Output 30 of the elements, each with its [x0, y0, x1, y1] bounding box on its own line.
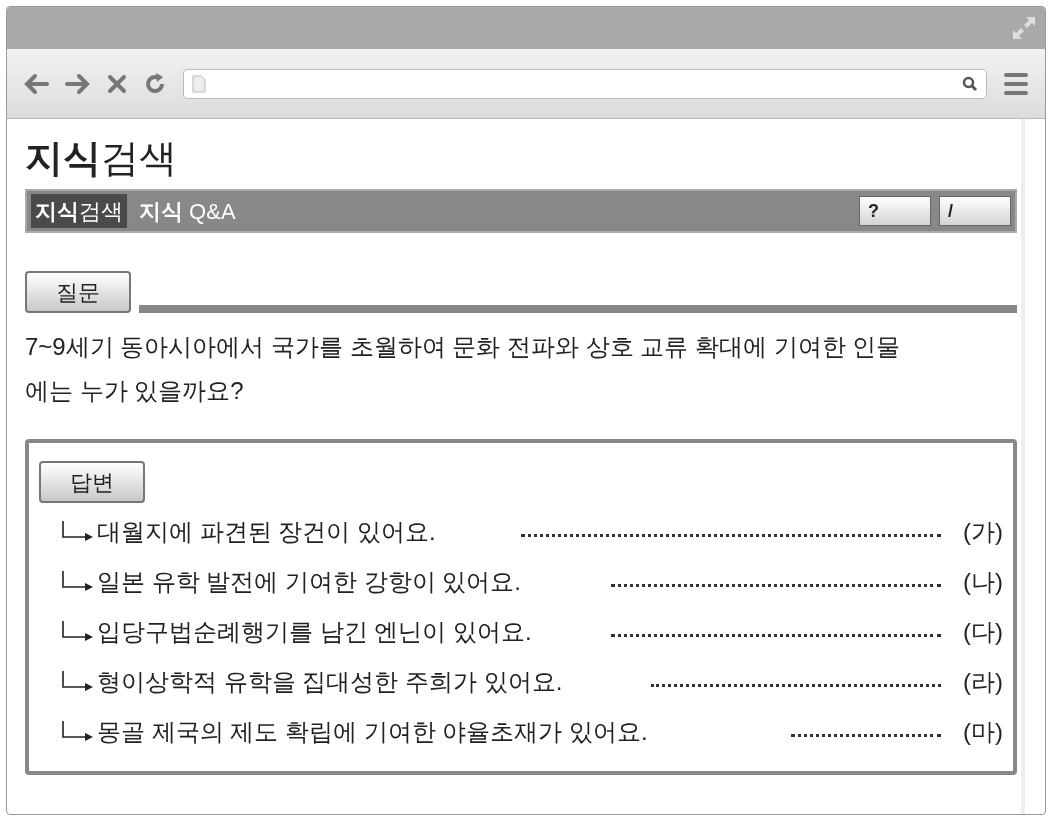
answer-text: 입당구법순례행기를 남긴 엔닌이 있어요.: [97, 617, 532, 647]
question-text: 7~9세기 동아시아에서 국가를 초월하여 문화 전파와 상호 교류 확대에 기여한 인물에는 누가 있을까요?: [25, 332, 902, 406]
reload-icon[interactable]: [143, 71, 167, 96]
page-icon: [192, 74, 206, 93]
answer-label: (마): [963, 717, 1003, 747]
answer-label: (나): [963, 567, 1003, 597]
answer-text: 몽골 제국의 제도 확립에 기여한 야율초재가 있어요.: [97, 717, 648, 747]
forward-arrow-icon[interactable]: [65, 72, 91, 95]
answer-label: (다): [963, 617, 1003, 647]
back-arrow-icon[interactable]: [23, 72, 49, 95]
menu-icon[interactable]: [1003, 70, 1029, 97]
reply-arrow-icon: [61, 571, 95, 593]
answer-label: (가): [963, 517, 1003, 547]
close-icon[interactable]: [107, 73, 127, 94]
answer-text: 일본 유학 발전에 기여한 강항이 있어요.: [97, 567, 521, 597]
reply-arrow-icon: [61, 521, 95, 543]
search-icon[interactable]: [962, 75, 978, 92]
page-title: 지식검색: [25, 139, 178, 177]
reply-arrow-icon: [61, 671, 95, 693]
nav-tab[interactable]: 지식검색: [31, 194, 127, 228]
reply-arrow-icon: [61, 721, 95, 743]
nav-tab[interactable]: 지식 Q&A: [135, 194, 240, 228]
toolbar-button[interactable]: /: [939, 196, 1011, 226]
answer-label: (라): [963, 667, 1003, 697]
answer-text: 형이상학적 유학을 집대성한 주희가 있어요.: [97, 667, 563, 697]
section-heading-button[interactable]: 질문: [25, 271, 131, 313]
answer-text: 대월지에 파견된 장건이 있어요.: [97, 517, 436, 547]
section-heading-button[interactable]: 답변: [39, 461, 145, 503]
toolbar-button[interactable]: ?: [859, 196, 931, 226]
reply-arrow-icon: [61, 621, 95, 643]
